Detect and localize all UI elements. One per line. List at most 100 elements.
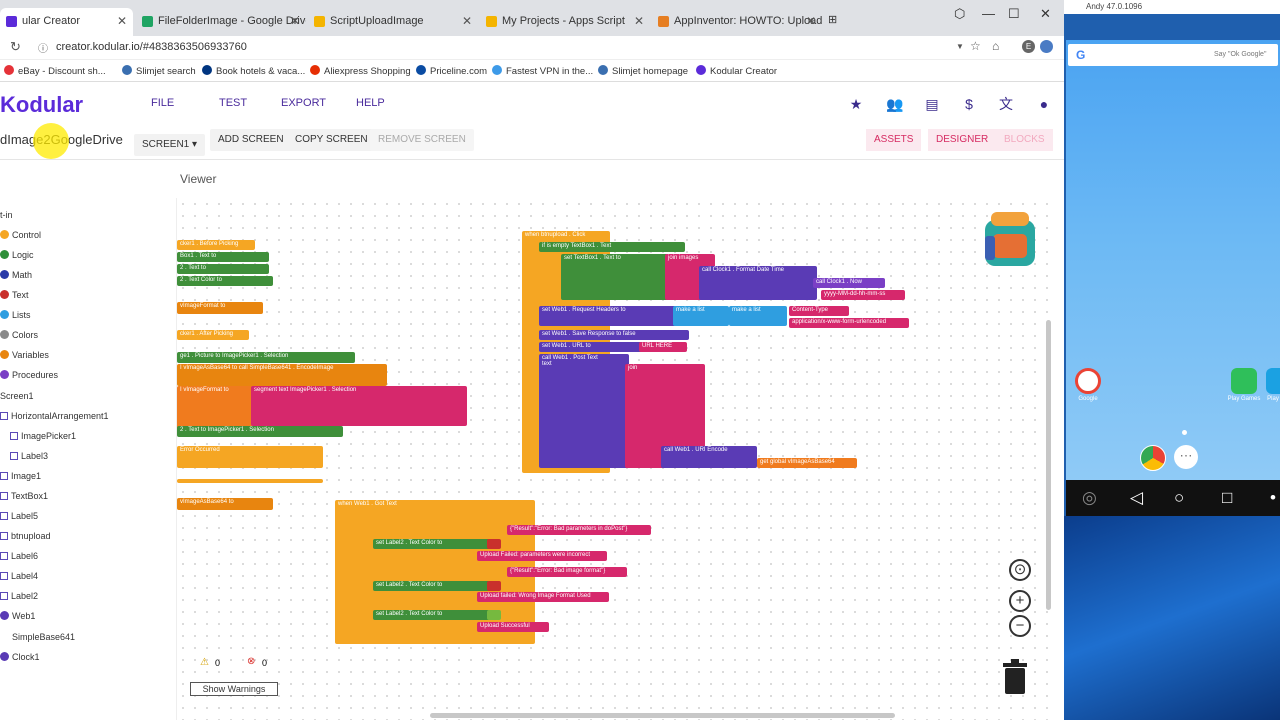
vertical-scrollbar[interactable] bbox=[1046, 320, 1051, 610]
component-textbox1[interactable]: TextBox1 bbox=[0, 491, 48, 501]
category-text[interactable]: Text bbox=[0, 290, 29, 300]
component-label2[interactable]: Label2 bbox=[0, 591, 38, 601]
make-list-block[interactable]: make a list bbox=[729, 306, 787, 326]
close-tab-icon[interactable]: ✕ bbox=[290, 14, 300, 28]
play-app[interactable]: Play bbox=[1266, 368, 1280, 402]
event-block-error-occurred[interactable]: Error Occurred bbox=[177, 446, 323, 468]
category-variables[interactable]: Variables bbox=[0, 350, 49, 360]
component-label5[interactable]: Label5 bbox=[0, 511, 38, 521]
bookmark-aliexpress[interactable]: Aliexpress Shopping bbox=[310, 65, 411, 77]
remove-screen-button[interactable]: REMOVE SCREEN bbox=[370, 129, 474, 151]
bookmark-booking[interactable]: Book hotels & vaca... bbox=[202, 65, 305, 77]
post-text-block[interactable]: call Web1 . Post Text text bbox=[539, 354, 629, 468]
trash-icon[interactable] bbox=[1001, 657, 1029, 695]
category-math[interactable]: Math bbox=[0, 270, 32, 280]
menu-file[interactable]: FILE bbox=[151, 97, 174, 109]
url-text-block[interactable]: URL HERE bbox=[639, 342, 687, 352]
setter-block[interactable]: set Label2 . Text Color to bbox=[373, 610, 493, 620]
blocks-button[interactable]: BLOCKS bbox=[996, 129, 1053, 151]
maximize-icon[interactable]: ☐ bbox=[1008, 6, 1020, 22]
new-tab-icon[interactable]: ⊞ bbox=[828, 13, 837, 26]
settings-icon[interactable]: ◎ bbox=[1082, 488, 1097, 508]
close-tab-icon[interactable]: ✕ bbox=[634, 14, 644, 28]
extension-icon[interactable] bbox=[1040, 40, 1053, 53]
url-text[interactable]: creator.kodular.io/#4838363506933760 bbox=[56, 41, 247, 53]
color-red-block[interactable] bbox=[487, 581, 501, 591]
get-global-block[interactable]: get global vImageAsBase64 bbox=[757, 458, 857, 468]
component-simplebase641[interactable]: SimpleBase641 bbox=[12, 632, 75, 642]
tab-script[interactable]: ScriptUploadImage ✕ bbox=[308, 8, 478, 36]
menu-dot-icon[interactable]: • bbox=[1270, 488, 1276, 508]
bookmark-priceline[interactable]: Priceline.com bbox=[416, 65, 487, 77]
component-label3[interactable]: Label3 bbox=[10, 451, 48, 461]
component-horizontalarrangement1[interactable]: HorizontalArrangement1 bbox=[0, 411, 109, 421]
account-icon[interactable]: ● bbox=[1036, 96, 1052, 112]
if-block[interactable]: if is empty TextBox1 . Text bbox=[539, 242, 685, 252]
component-clock1[interactable]: Clock1 bbox=[0, 652, 40, 662]
backpack-icon[interactable] bbox=[977, 206, 1043, 270]
recent-apps-icon[interactable]: □ bbox=[1222, 488, 1232, 508]
bookmark-ebay[interactable]: eBay - Discount sh... bbox=[4, 65, 106, 77]
extension-icon[interactable]: E bbox=[1022, 40, 1035, 53]
format-datetime-block[interactable]: call Clock1 . Format Date Time bbox=[699, 266, 817, 300]
bookmark-slimjet-search[interactable]: Slimjet search bbox=[122, 65, 196, 77]
address-bar[interactable]: ↻ ⓘ creator.kodular.io/#4838363506933760… bbox=[0, 36, 1064, 60]
upload-fail-text-2[interactable]: Upload failed: Wrong Image Format Used bbox=[477, 592, 609, 602]
copy-screen-button[interactable]: COPY SCREEN bbox=[287, 129, 376, 151]
setter-block[interactable]: 2 . Text to bbox=[177, 264, 269, 274]
error-text-1[interactable]: {"Result":"Error: Bad parameters in doPo… bbox=[507, 525, 651, 535]
setter-block[interactable]: ge1 . Picture to ImagePicker1 . Selectio… bbox=[177, 352, 355, 363]
component-image1[interactable]: Image1 bbox=[0, 471, 41, 481]
color-red-block[interactable] bbox=[487, 539, 501, 549]
event-block-after-picking[interactable]: cker1 . After Picking bbox=[177, 330, 249, 340]
menu-test[interactable]: TEST bbox=[219, 97, 247, 109]
blocks-workspace[interactable]: cker1 . Before Picking Box1 . Text to 2 … bbox=[176, 198, 1056, 720]
emulator-screen[interactable]: Google Play Games Play ⋯ bbox=[1066, 40, 1280, 480]
home-circle-icon[interactable]: ○ bbox=[1174, 488, 1184, 508]
close-tab-icon[interactable]: ✕ bbox=[117, 14, 127, 28]
category-colors[interactable]: Colors bbox=[0, 330, 38, 340]
menu-export[interactable]: EXPORT bbox=[281, 97, 326, 109]
setter-request-headers[interactable]: set Web1 . Request Headers to bbox=[539, 306, 679, 326]
assets-button[interactable]: ASSETS bbox=[866, 129, 922, 151]
kodular-logo[interactable]: Kodular bbox=[0, 92, 83, 118]
play-games-app[interactable]: Play Games bbox=[1224, 368, 1264, 402]
translate-icon[interactable]: 文 bbox=[998, 96, 1014, 112]
horizontal-scrollbar[interactable] bbox=[430, 713, 895, 718]
tab-appinventor[interactable]: AppInventor: HOWTO: Upload Ima ✕ bbox=[652, 8, 822, 36]
reload-icon[interactable]: ↻ bbox=[10, 39, 21, 55]
upload-fail-text-1[interactable]: Upload Failed: parameters were incorrect bbox=[477, 551, 607, 561]
bookmark-vpn[interactable]: Fastest VPN in the... bbox=[492, 65, 593, 77]
setter-block[interactable]: 2 . Text to ImagePicker1 . Selection bbox=[177, 426, 343, 437]
minimize-icon[interactable]: — bbox=[982, 6, 995, 21]
star-icon[interactable]: ☆ bbox=[970, 39, 981, 53]
category-control[interactable]: Control bbox=[0, 230, 41, 240]
people-icon[interactable]: 👥 bbox=[886, 96, 903, 112]
content-type-text[interactable]: Content-Type bbox=[789, 306, 849, 316]
tab-apps-script[interactable]: My Projects - Apps Script ✕ bbox=[480, 8, 650, 36]
chrome-icon[interactable] bbox=[1140, 445, 1166, 471]
library-icon[interactable]: ▤ bbox=[924, 96, 940, 112]
close-window-icon[interactable]: ✕ bbox=[1040, 6, 1051, 22]
zoom-in-icon[interactable]: + bbox=[1009, 590, 1031, 612]
category-logic[interactable]: Logic bbox=[0, 250, 34, 260]
make-list-block[interactable]: make a list bbox=[673, 306, 729, 326]
back-icon[interactable]: ◁ bbox=[1130, 488, 1143, 508]
money-icon[interactable]: $ bbox=[961, 96, 977, 112]
setter-block[interactable]: 2 . Text Color to bbox=[177, 276, 273, 286]
bookmark-kodular[interactable]: Kodular Creator bbox=[696, 65, 777, 77]
home-icon[interactable]: ⌂ bbox=[992, 39, 999, 53]
star-folder-icon[interactable]: ★ bbox=[848, 96, 864, 112]
component-web1[interactable]: Web1 bbox=[0, 611, 35, 621]
event-block-before-picking[interactable]: cker1 . Before Picking bbox=[177, 240, 255, 250]
setter-block[interactable]: vImageAsBase64 to bbox=[177, 498, 273, 510]
setter-block[interactable]: I vImageAsBase64 to call SimpleBase641 .… bbox=[177, 364, 387, 386]
google-search-bar[interactable]: G Say "Ok Google" bbox=[1068, 44, 1278, 66]
pattern-text-block[interactable]: yyyy-MM-dd-hh-mm-ss bbox=[821, 290, 905, 300]
now-block[interactable]: call Clock1 . Now bbox=[813, 278, 885, 288]
segment-block[interactable]: segment text ImagePicker1 . Selection bbox=[251, 386, 467, 426]
add-screen-button[interactable]: ADD SCREEN bbox=[210, 129, 292, 151]
close-tab-icon[interactable]: ✕ bbox=[462, 14, 472, 28]
component-label6[interactable]: Label6 bbox=[0, 551, 38, 561]
color-green-block[interactable] bbox=[487, 610, 501, 620]
